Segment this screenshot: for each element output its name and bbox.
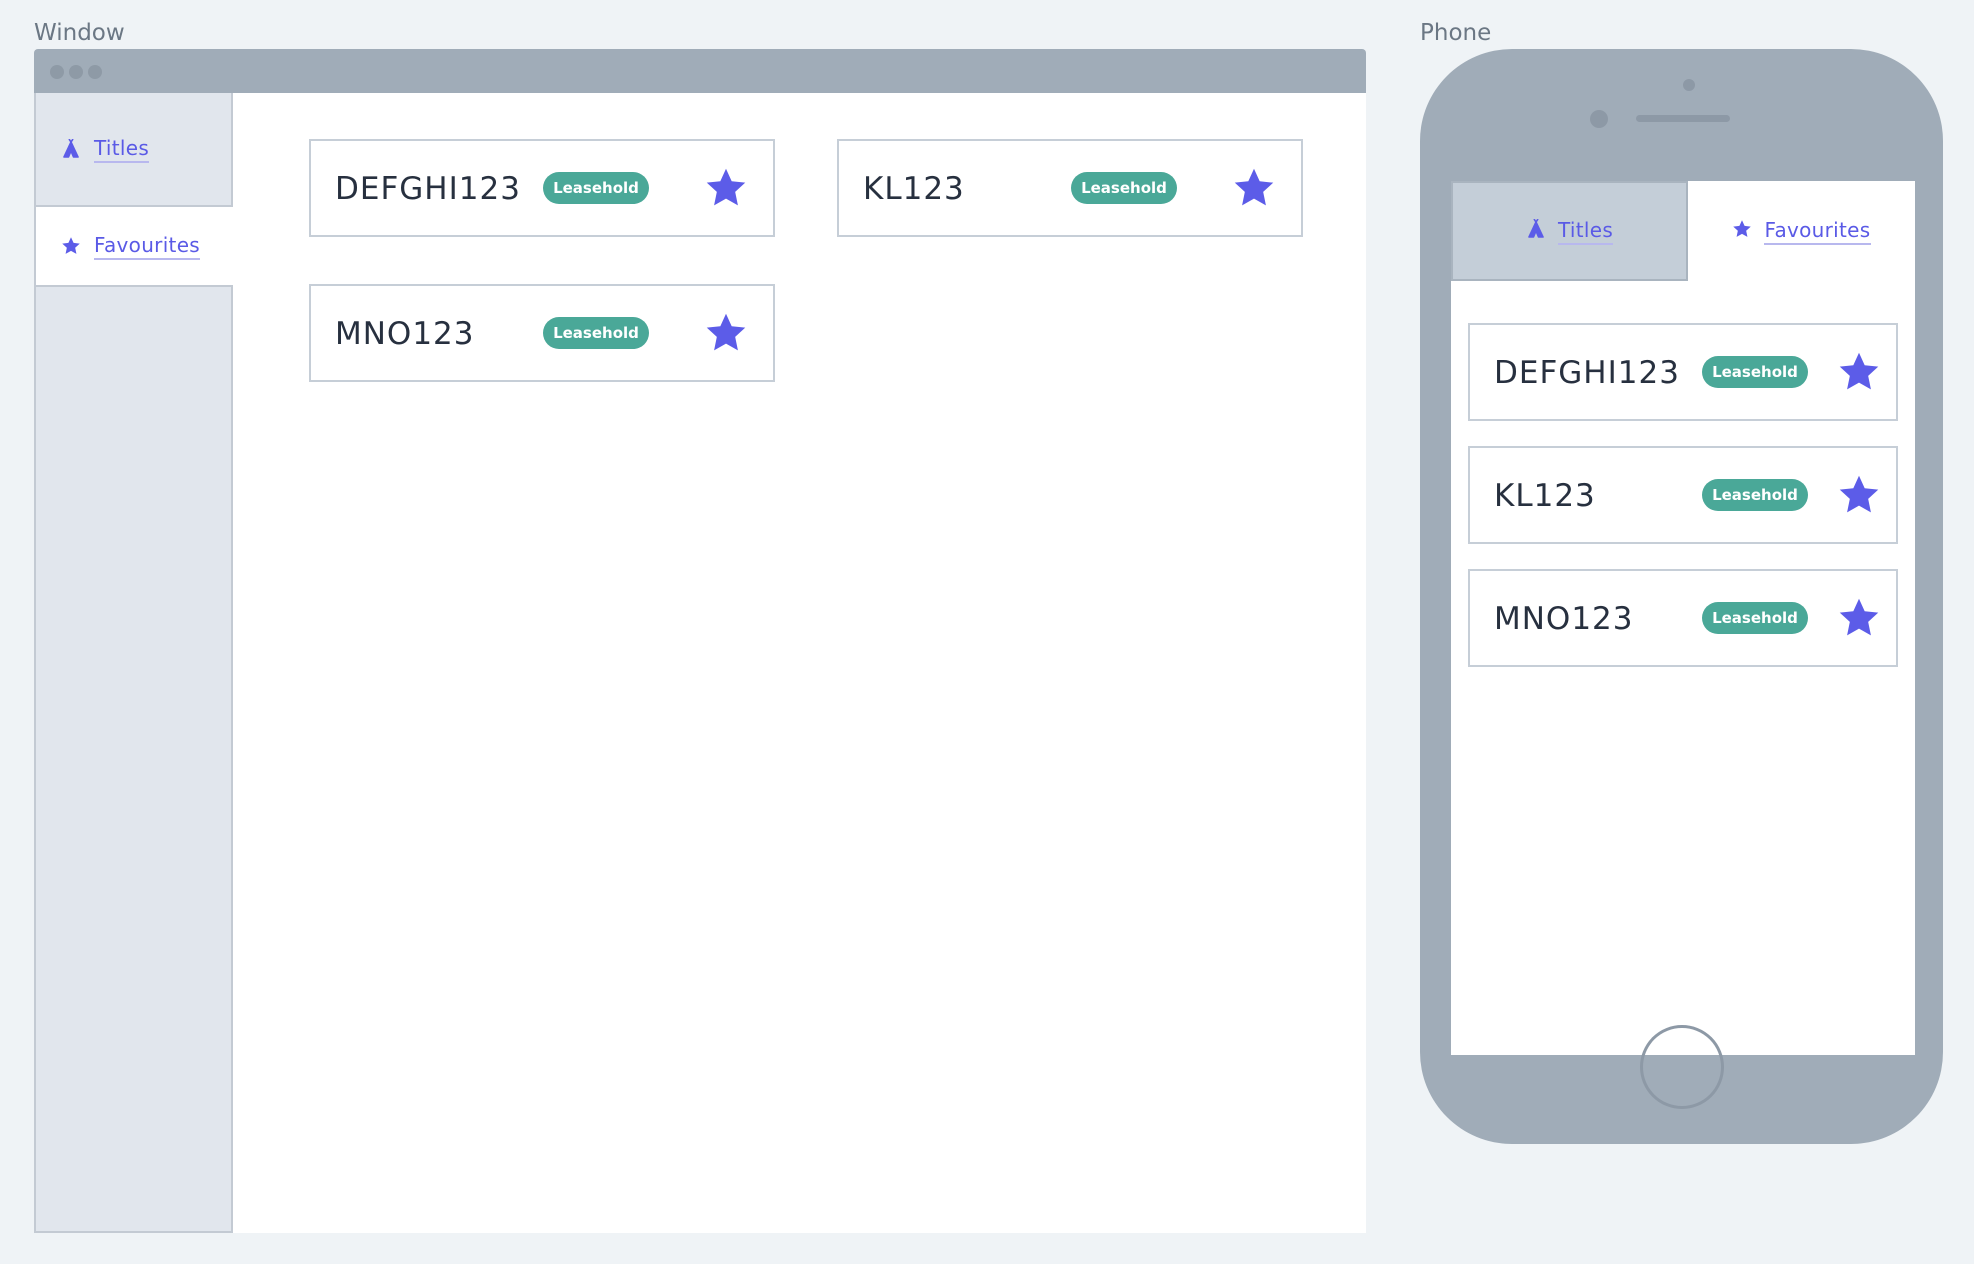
title-card[interactable]: MNO123 Leasehold xyxy=(1468,569,1898,667)
window-control-dot[interactable] xyxy=(50,65,64,79)
phone-frame-label: Phone xyxy=(1420,20,1492,46)
window-frame-label: Window xyxy=(34,20,125,46)
title-number: DEFGHI123 xyxy=(1494,355,1680,391)
main-content: DEFGHI123 Leasehold KL123 Leasehold MNO1… xyxy=(233,93,1366,1233)
phone-tab-bar: Titles Favourites xyxy=(1451,181,1915,281)
favourite-star-icon[interactable] xyxy=(704,166,748,214)
tab-label[interactable]: Titles xyxy=(1557,218,1614,245)
sidebar-item-titles[interactable]: Titles xyxy=(36,93,231,207)
favourite-star-icon[interactable] xyxy=(1232,166,1276,214)
phone-camera xyxy=(1590,110,1608,128)
tenure-badge: Leasehold xyxy=(1702,602,1808,634)
tenure-badge: Leasehold xyxy=(1071,172,1177,204)
window-titlebar xyxy=(34,49,1366,93)
title-card[interactable]: MNO123 Leasehold xyxy=(309,284,775,382)
tab-favourites[interactable]: Favourites xyxy=(1688,181,1915,281)
title-card[interactable]: KL123 Leasehold xyxy=(837,139,1303,237)
title-card[interactable]: KL123 Leasehold xyxy=(1468,446,1898,544)
title-number: DEFGHI123 xyxy=(335,171,521,207)
tab-label[interactable]: Favourites xyxy=(1764,218,1871,245)
tenure-badge: Leasehold xyxy=(1702,356,1808,388)
phone-speaker xyxy=(1636,115,1730,122)
star-icon xyxy=(1732,219,1752,243)
tent-icon xyxy=(1526,218,1546,243)
phone-home-button[interactable] xyxy=(1640,1025,1724,1109)
tent-icon xyxy=(60,138,82,160)
title-number: KL123 xyxy=(1494,478,1596,514)
sidebar-item-label[interactable]: Favourites xyxy=(94,233,201,260)
tab-titles[interactable]: Titles xyxy=(1451,181,1688,281)
window-control-dot[interactable] xyxy=(69,65,83,79)
favourite-star-icon[interactable] xyxy=(704,311,748,359)
title-card[interactable]: DEFGHI123 Leasehold xyxy=(309,139,775,237)
sidebar: Titles Favourites xyxy=(34,93,233,1233)
sidebar-item-favourites[interactable]: Favourites xyxy=(36,207,233,287)
title-number: MNO123 xyxy=(1494,601,1634,637)
phone-frame: Titles Favourites DEFGHI123 Leasehold KL… xyxy=(1420,49,1943,1144)
sidebar-item-label[interactable]: Titles xyxy=(94,136,150,163)
favourite-star-icon[interactable] xyxy=(1837,473,1881,521)
phone-sensor xyxy=(1683,79,1695,91)
star-icon xyxy=(60,235,82,257)
phone-screen: Titles Favourites DEFGHI123 Leasehold KL… xyxy=(1451,181,1915,1055)
desktop-window: Titles Favourites DEFGHI123 Leasehold KL… xyxy=(34,49,1366,1233)
window-control-dot[interactable] xyxy=(88,65,102,79)
favourite-star-icon[interactable] xyxy=(1837,596,1881,644)
title-number: KL123 xyxy=(863,171,965,207)
tenure-badge: Leasehold xyxy=(543,172,649,204)
tenure-badge: Leasehold xyxy=(543,317,649,349)
tenure-badge: Leasehold xyxy=(1702,479,1808,511)
favourite-star-icon[interactable] xyxy=(1837,350,1881,398)
title-card[interactable]: DEFGHI123 Leasehold xyxy=(1468,323,1898,421)
title-number: MNO123 xyxy=(335,316,475,352)
